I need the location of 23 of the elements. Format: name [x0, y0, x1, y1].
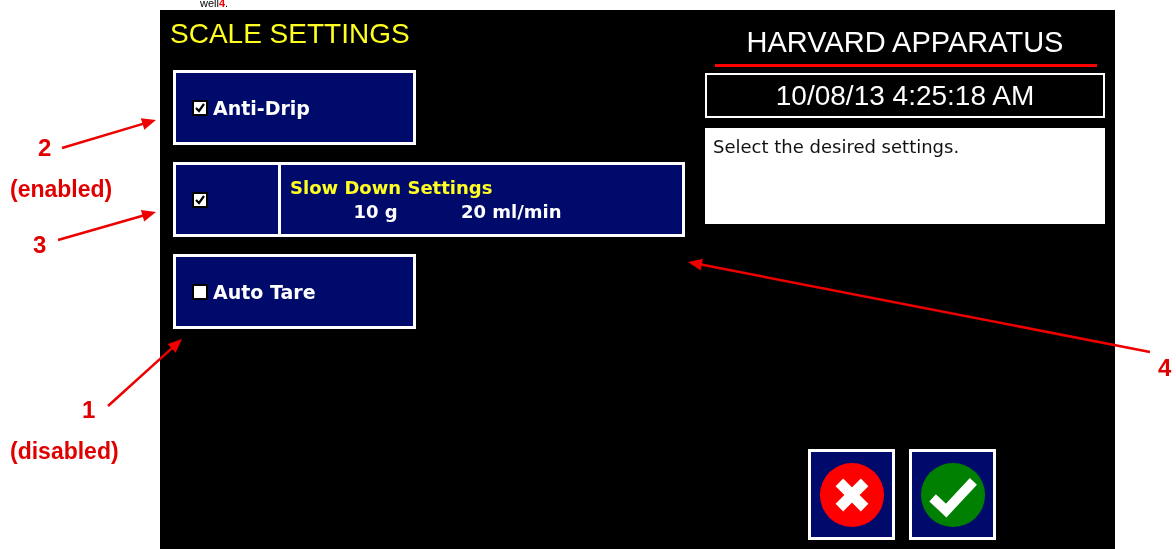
- callout-number: 2: [38, 134, 52, 162]
- checkbox[interactable]: [192, 283, 208, 300]
- checkbox[interactable]: [192, 99, 208, 116]
- date-time: 10/08/13 4:25:18 AM: [705, 73, 1105, 118]
- setting-button[interactable]: Auto Tare: [173, 254, 416, 329]
- setting-title: Slow Down Settings: [290, 177, 493, 198]
- brand-name: HARVARD APPARATUS: [745, 26, 1065, 58]
- setting-button[interactable]: Anti-Drip: [173, 70, 416, 145]
- checkbox[interactable]: [192, 191, 208, 208]
- caption-text: well4.: [200, 0, 229, 9]
- message-text: Select the desired settings.: [713, 136, 960, 157]
- callout-number: 1: [82, 396, 96, 424]
- callout-note: (disabled): [10, 437, 119, 465]
- screen-title: SCALE SETTINGS: [170, 19, 411, 51]
- callout-note: (enabled): [10, 175, 113, 203]
- callout-number: 3: [33, 231, 47, 259]
- close-icon: [817, 460, 886, 529]
- cancel-button[interactable]: [808, 449, 895, 540]
- rate-value: 20 ml/min: [461, 201, 562, 222]
- weight-value: 10 g: [352, 201, 399, 222]
- callout-number: 4: [1158, 354, 1172, 382]
- check-icon: [918, 460, 987, 529]
- confirm-button[interactable]: [909, 449, 996, 540]
